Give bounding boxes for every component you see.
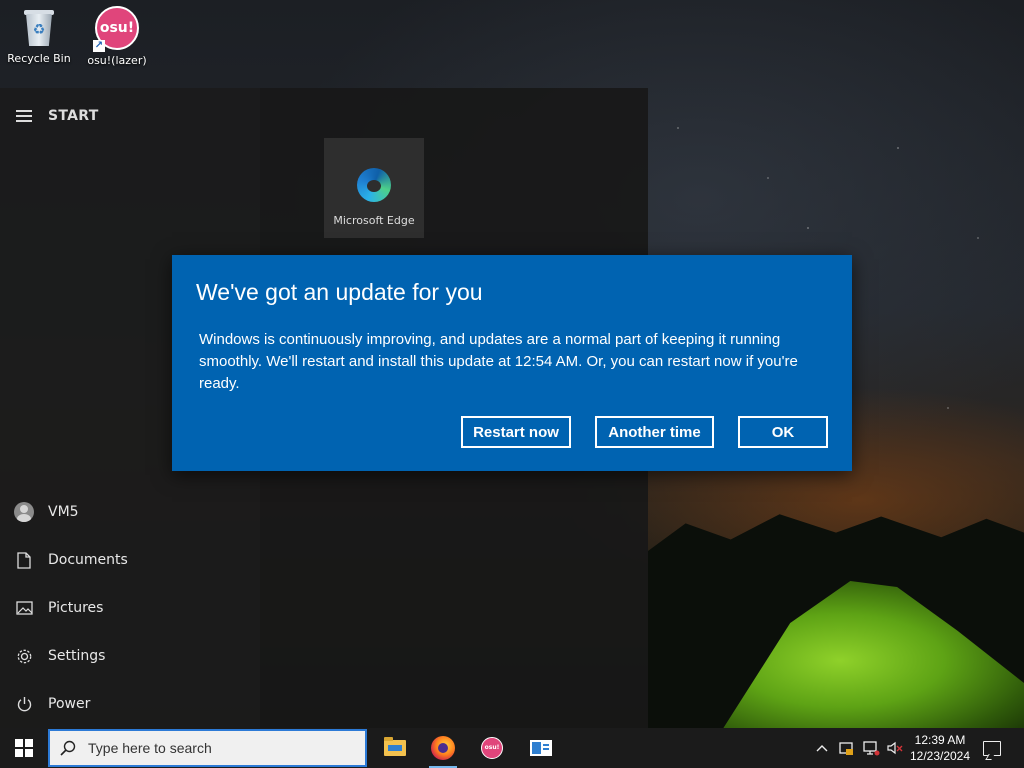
- start-item-power[interactable]: Power: [0, 682, 260, 726]
- shortcut-arrow-icon: ↗: [93, 40, 105, 52]
- windows-logo-icon: [15, 739, 33, 757]
- tile-label: Microsoft Edge: [333, 214, 415, 227]
- update-dialog: We've got an update for you Windows is c…: [172, 255, 852, 471]
- dialog-title: We've got an update for you: [196, 279, 483, 305]
- hamburger-menu-icon[interactable]: [0, 102, 48, 130]
- taskbar-clock[interactable]: 12:39 AM 12/23/2024: [905, 732, 975, 764]
- recycle-bin-icon: ♻: [22, 8, 56, 48]
- taskbar-file-explorer[interactable]: [371, 728, 419, 768]
- action-center-button[interactable]: [980, 728, 1004, 768]
- desktop-icon-recycle-bin[interactable]: ♻ Recycle Bin: [1, 6, 77, 65]
- app-window-icon: [530, 740, 552, 756]
- osu-app-icon: osu! ↗: [93, 6, 139, 52]
- start-menu-header: START: [0, 102, 99, 130]
- taskbar-osu[interactable]: osu!: [468, 728, 516, 768]
- ok-button[interactable]: OK: [738, 416, 828, 448]
- desktop-icon-osu[interactable]: osu! ↗ osu!(lazer): [79, 6, 155, 67]
- power-icon: [0, 696, 48, 713]
- clock-date: 12/23/2024: [909, 749, 971, 763]
- dialog-message: Windows is continuously improving, and u…: [199, 331, 798, 392]
- search-icon: [50, 740, 86, 756]
- document-icon: [0, 551, 48, 569]
- tray-network-icon[interactable]: [860, 728, 882, 768]
- tile-microsoft-edge[interactable]: Microsoft Edge: [324, 138, 424, 238]
- start-item-documents[interactable]: Documents: [0, 538, 260, 582]
- start-menu-title: START: [48, 108, 99, 124]
- start-item-label: VM5: [48, 504, 79, 520]
- tray-volume-muted-icon[interactable]: [884, 728, 906, 768]
- osu-icon: osu!: [481, 737, 503, 759]
- taskbar-firefox[interactable]: [419, 728, 467, 768]
- gear-icon: [0, 648, 48, 665]
- another-time-button[interactable]: Another time: [595, 416, 714, 448]
- start-item-label: Power: [48, 696, 91, 712]
- search-input[interactable]: [86, 739, 350, 757]
- start-item-pictures[interactable]: Pictures: [0, 586, 260, 630]
- start-item-settings[interactable]: Settings: [0, 634, 260, 678]
- start-item-label: Settings: [48, 648, 106, 664]
- file-explorer-icon: [384, 737, 406, 756]
- user-avatar-icon: [14, 502, 34, 522]
- taskbar-search-box[interactable]: [48, 729, 367, 767]
- start-item-label: Pictures: [48, 600, 104, 616]
- desktop-icon-label: Recycle Bin: [7, 52, 71, 65]
- start-item-user[interactable]: VM5: [0, 490, 260, 534]
- clock-time: 12:39 AM: [914, 733, 966, 747]
- firefox-icon: [431, 736, 455, 760]
- notification-icon: [983, 740, 1001, 756]
- taskbar: osu! 12:39 AM 12/23/2024: [0, 728, 1024, 768]
- tray-security-icon[interactable]: [836, 728, 856, 768]
- pictures-icon: [0, 601, 48, 615]
- taskbar-app[interactable]: [517, 728, 565, 768]
- desktop-icon-label: osu!(lazer): [87, 54, 147, 67]
- edge-icon: [357, 168, 391, 202]
- start-item-label: Documents: [48, 552, 128, 568]
- start-button[interactable]: [0, 728, 48, 768]
- restart-now-button[interactable]: Restart now: [461, 416, 571, 448]
- tray-chevron-up-icon[interactable]: [812, 728, 832, 768]
